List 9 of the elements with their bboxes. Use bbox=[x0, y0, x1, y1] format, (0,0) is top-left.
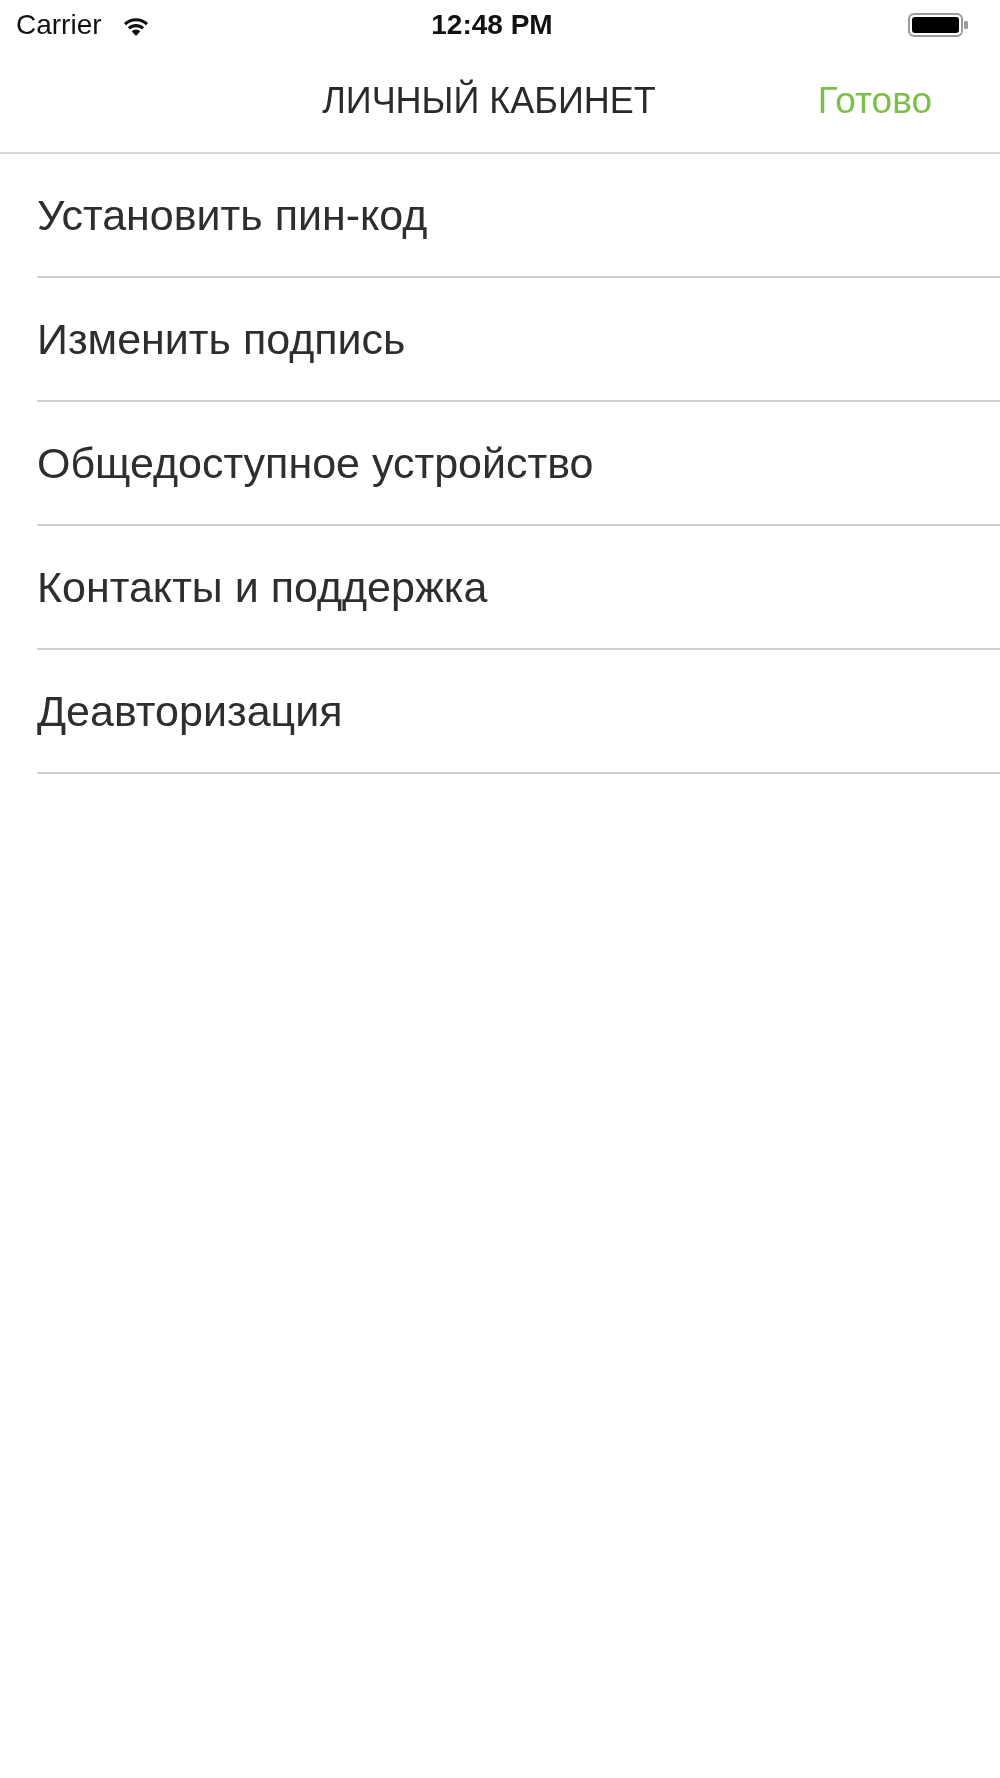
menu-item[interactable]: Деавторизация bbox=[37, 650, 1000, 774]
menu-item[interactable]: Установить пин-код bbox=[37, 154, 1000, 278]
carrier-name: Carrier bbox=[16, 9, 102, 41]
menu-item[interactable]: Изменить подпись bbox=[37, 278, 1000, 402]
battery-icon bbox=[908, 13, 968, 37]
menu-item[interactable]: Контакты и поддержка bbox=[37, 526, 1000, 650]
menu-item[interactable]: Общедоступное устройство bbox=[37, 402, 1000, 526]
page-title: ЛИЧНЫЙ КАБИНЕТ bbox=[322, 80, 656, 122]
status-time: 12:48 PM bbox=[431, 9, 553, 41]
